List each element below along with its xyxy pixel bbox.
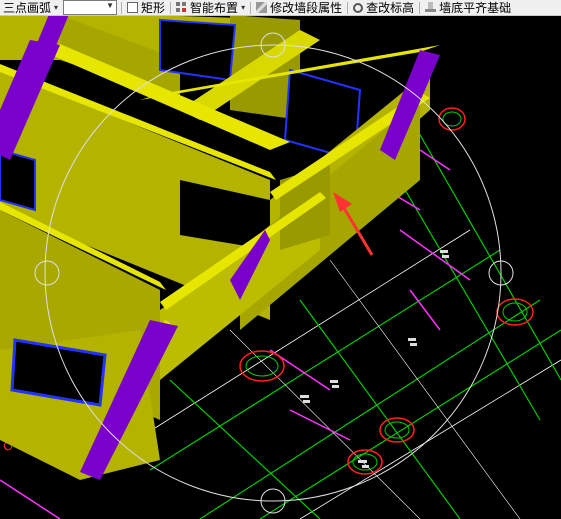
modify-wall-button[interactable]: 修改墙段属性 <box>253 0 345 15</box>
chevron-down-icon: ▾ <box>54 3 59 12</box>
check-elevation-button[interactable]: 查改标高 <box>350 0 417 15</box>
separator <box>121 1 123 14</box>
three-point-arc-label: 三点画弧 <box>3 1 52 15</box>
smart-layout-icon <box>176 2 188 13</box>
wall-base-icon <box>425 2 437 13</box>
three-point-arc-button[interactable]: 三点画弧 ▾ <box>0 0 61 15</box>
chevron-down-icon: ▼ <box>106 1 115 10</box>
modify-wall-label: 修改墙段属性 <box>270 1 343 15</box>
wall-base-align-button[interactable]: 墙底平齐基础 <box>422 0 514 15</box>
check-elevation-icon <box>353 2 364 13</box>
separator <box>170 1 172 14</box>
separator <box>250 1 252 14</box>
check-elevation-label: 查改标高 <box>366 1 415 15</box>
separator <box>419 1 421 14</box>
toolbar: 三点画弧 ▾ ▼ 矩形 智能布置 ▾ 修改墙段属性 查改标高 墙底平齐基础 <box>0 0 561 16</box>
modify-wall-icon <box>256 2 268 13</box>
smart-layout-label: 智能布置 <box>190 1 239 15</box>
app-window: 三点画弧 ▾ ▼ 矩形 智能布置 ▾ 修改墙段属性 查改标高 墙底平齐基础 <box>0 0 561 519</box>
cad-3d-viewport[interactable]: C119 <box>0 0 561 519</box>
draw-mode-select[interactable]: ▼ <box>63 0 118 15</box>
window-opening <box>0 148 36 212</box>
rect-label: 矩形 <box>141 1 166 15</box>
wall-base-label: 墙底平齐基础 <box>439 1 512 15</box>
rect-icon <box>127 2 139 13</box>
smart-layout-button[interactable]: 智能布置 ▾ <box>173 0 248 15</box>
separator <box>347 1 349 14</box>
chevron-down-icon: ▾ <box>241 3 246 12</box>
rect-button[interactable]: 矩形 <box>124 0 168 15</box>
